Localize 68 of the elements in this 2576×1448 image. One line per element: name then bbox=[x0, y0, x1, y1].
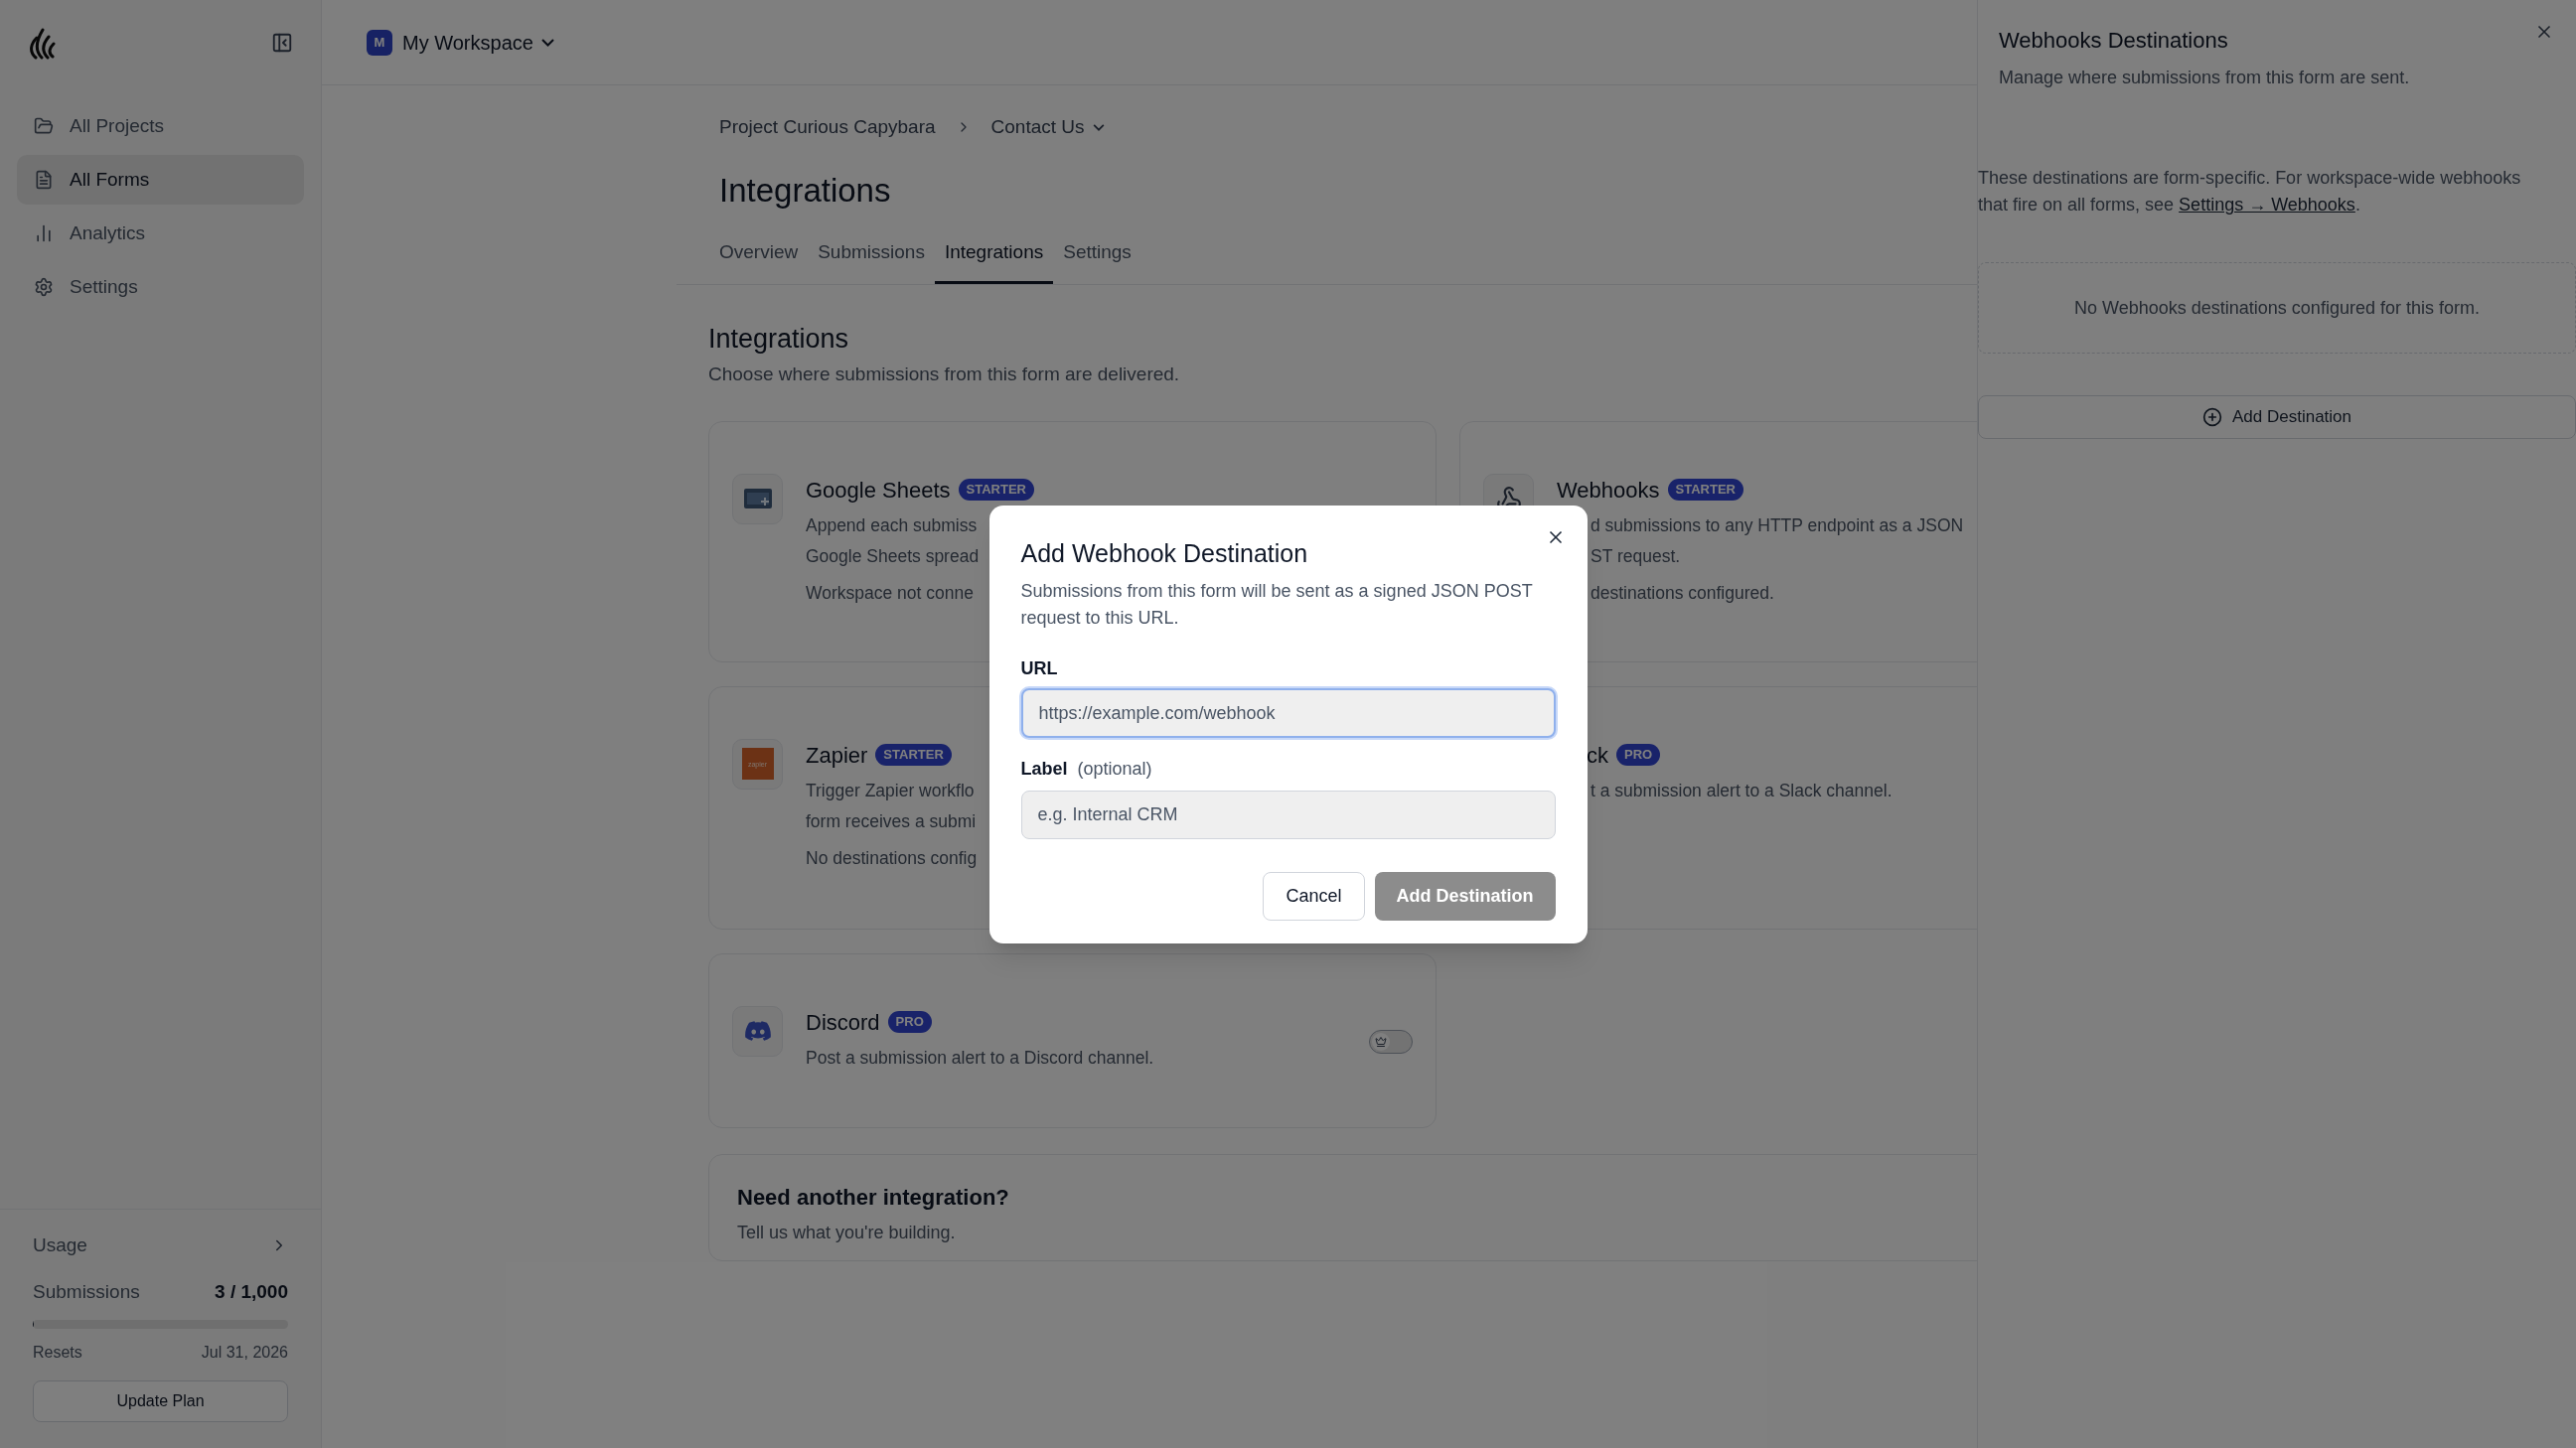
plan-badge: STARTER bbox=[875, 744, 952, 766]
integration-name: Google Sheets bbox=[806, 476, 951, 505]
workspace-switcher[interactable]: My Workspace bbox=[402, 27, 554, 58]
usage-value: 3 / 1,000 bbox=[215, 1279, 288, 1304]
integration-description: form receives a submi bbox=[806, 809, 978, 833]
label-field-label: Label bbox=[1020, 758, 1068, 781]
add-destination-button[interactable]: Add Destination bbox=[1978, 395, 2576, 439]
plan-badge: STARTER bbox=[1667, 479, 1743, 501]
section-title: Integrations bbox=[708, 322, 850, 356]
integration-name: Webhooks bbox=[1557, 476, 1660, 505]
tab[interactable]: Settings bbox=[1053, 236, 1141, 284]
toggle-switch[interactable] bbox=[1369, 1029, 1413, 1054]
crown-icon bbox=[1375, 1035, 1387, 1048]
integration-description: t a submission alert to a Slack channel. bbox=[1591, 779, 1893, 802]
sidebar-item[interactable]: Analytics bbox=[17, 209, 304, 258]
integration-description: d submissions to any HTTP endpoint as a JSON bbox=[1591, 513, 1964, 537]
resets-date: Jul 31, 2026 bbox=[201, 1343, 288, 1363]
settings-icon bbox=[34, 277, 54, 297]
dialog-description: Submissions from this form will be sent as a signed JSON POST request to this URL. bbox=[1020, 580, 1534, 630]
sidebar-item[interactable]: All Projects bbox=[17, 101, 304, 151]
integration-description: ST request. bbox=[1591, 544, 1682, 568]
integration-status: destinations configured. bbox=[1591, 581, 1775, 605]
request-title: Need another integration? bbox=[737, 1183, 1010, 1212]
page-title: Integrations bbox=[719, 170, 891, 211]
empty-state-text: No Webhooks destinations configured for this form. bbox=[2074, 296, 2480, 320]
optional-hint: (optional) bbox=[1077, 758, 1152, 781]
chevron-down-icon bbox=[1092, 123, 1105, 131]
tab[interactable]: Overview bbox=[709, 236, 809, 284]
update-plan-button[interactable]: Update Plan bbox=[33, 1380, 288, 1422]
usage-metric: Submissions bbox=[33, 1279, 140, 1304]
workspace-avatar: M bbox=[367, 29, 392, 56]
tab[interactable]: Submissions bbox=[808, 236, 935, 284]
integration-description: Post a submission alert to a Discord channel. bbox=[806, 1046, 1154, 1070]
request-text: Tell us what you're building. bbox=[737, 1221, 957, 1244]
integration-status: No destinations config bbox=[806, 846, 978, 870]
sidebar-item[interactable]: Settings bbox=[17, 262, 304, 312]
label-input[interactable]: e.g. Internal CRM bbox=[1020, 791, 1556, 839]
bar-chart-icon bbox=[34, 223, 54, 243]
cancel-button[interactable]: Cancel bbox=[1263, 872, 1365, 921]
folder-icon bbox=[34, 116, 54, 136]
url-label: URL bbox=[1020, 657, 1059, 680]
plan-badge: PRO bbox=[887, 1011, 932, 1033]
breadcrumb-link[interactable]: Project Curious Capybara bbox=[719, 113, 936, 142]
url-input[interactable]: https://example.com/webhook bbox=[1020, 688, 1556, 738]
integration-description: Append each submiss bbox=[806, 513, 979, 537]
resets-label: Resets bbox=[33, 1343, 82, 1363]
plan-badge: STARTER bbox=[958, 479, 1034, 501]
flame-logo-icon bbox=[28, 26, 56, 60]
panel-title: Webhooks Destinations bbox=[1999, 27, 2228, 55]
tab[interactable]: Integrations bbox=[934, 236, 1054, 284]
breadcrumb-dropdown[interactable]: Contact Us bbox=[990, 113, 1105, 142]
sheet-icon bbox=[742, 488, 773, 509]
usage-title: Usage bbox=[33, 1233, 87, 1257]
panel-note: These destinations are form-specific. For workspace-wide webhooks that fire on all forms, see Settings → Webhooks. bbox=[1978, 167, 2522, 217]
collapse-sidebar-icon[interactable] bbox=[271, 32, 293, 54]
section-subtitle: Choose where submissions from this form are delivered. bbox=[708, 362, 1181, 386]
document-icon bbox=[34, 170, 54, 190]
dialog-title: Add Webhook Destination bbox=[1020, 537, 1309, 569]
panel-subtitle: Manage where submissions from this form are sent. bbox=[1999, 67, 2410, 89]
integration-name: ck bbox=[1587, 741, 1608, 770]
integration-name: Zapier bbox=[806, 741, 868, 770]
settings-webhooks-link[interactable]: Settings → Webhooks bbox=[2179, 195, 2355, 215]
sidebar-item[interactable]: All Forms bbox=[17, 155, 304, 205]
chevron-down-icon bbox=[540, 38, 554, 47]
integration-name: Discord bbox=[806, 1008, 880, 1037]
plus-circle-icon bbox=[2202, 407, 2222, 427]
plan-badge: PRO bbox=[1616, 744, 1661, 766]
integration-description: Trigger Zapier workflo bbox=[806, 779, 976, 802]
